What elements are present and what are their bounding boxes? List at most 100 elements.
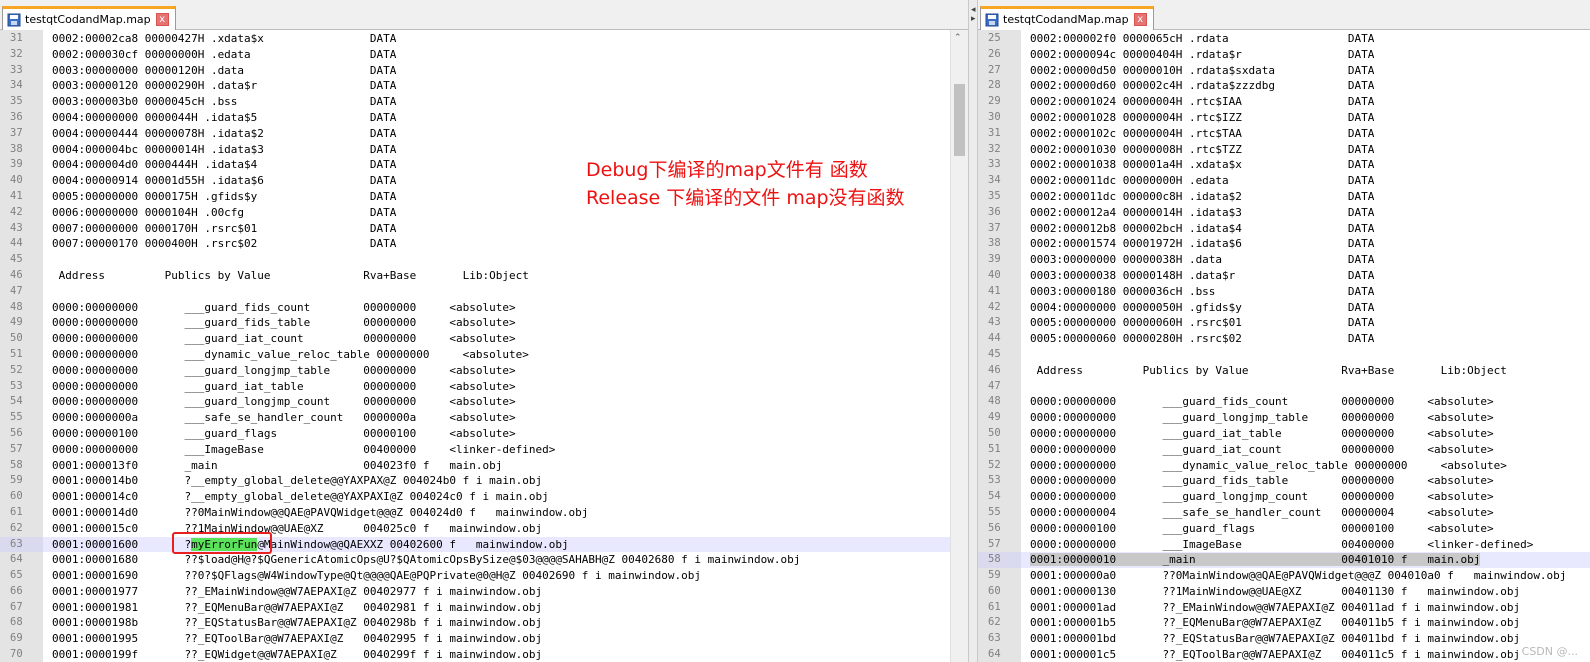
code-line[interactable]: 38 0004:000004bc 00000014H .idata$3 DATA xyxy=(0,142,950,158)
code-line[interactable]: 46 Address Publics by Value Rva+Base Lib… xyxy=(978,363,1590,379)
line-text[interactable]: 0002:000012a4 00000014H .idata$3 DATA xyxy=(1030,205,1374,221)
splitter-arrows-icon[interactable]: ◂ ▸ xyxy=(971,6,976,24)
line-text[interactable]: 0000:00000000 ___dynamic_value_reloc_tab… xyxy=(52,347,529,363)
code-line[interactable]: 48 0000:00000000 ___guard_fids_count 0000… xyxy=(978,394,1590,410)
code-line[interactable]: 44 0005:00000060 00000280H .rsrc$02 DATA xyxy=(978,331,1590,347)
line-text[interactable]: 0004:000004bc 00000014H .idata$3 DATA xyxy=(52,142,396,158)
code-line[interactable]: 62 0001:000015c0 ??1MainWindow@@UAE@XZ 00… xyxy=(0,521,950,537)
line-text[interactable]: 0000:00000000 ___guard_fids_count 000000… xyxy=(52,300,516,316)
code-line[interactable]: 46 Address Publics by Value Rva+Base Lib… xyxy=(0,268,950,284)
line-text[interactable]: 0000:00000000 ___guard_iat_table 0000000… xyxy=(1030,426,1494,442)
code-line[interactable]: 31 0002:00002ca8 00000427H .xdata$x DATA xyxy=(0,31,950,47)
line-text[interactable]: 0001:000001bd ??_EQStatusBar@@W7AEPAXI@Z… xyxy=(1030,631,1520,647)
line-text[interactable]: Address Publics by Value Rva+Base Lib:Ob… xyxy=(1030,363,1507,379)
line-text[interactable]: 0002:000011dc 00000000H .edata DATA xyxy=(1030,173,1374,189)
code-line[interactable]: 35 0003:000003b0 0000045cH .bss DATA xyxy=(0,94,950,110)
code-line[interactable]: 32 0002:000030cf 00000000H .edata DATA xyxy=(0,47,950,63)
code-line[interactable]: 56 0000:00000100 ___guard_flags 00000100 … xyxy=(0,426,950,442)
code-line[interactable]: 64 0001:000001c5 ??_EQToolBar@@W7AEPAXI@Z… xyxy=(978,647,1590,662)
code-line[interactable]: 50 0000:00000000 ___guard_iat_table 00000… xyxy=(978,426,1590,442)
line-text[interactable]: 0002:00001574 00001972H .idata$6 DATA xyxy=(1030,236,1374,252)
code-line[interactable]: 68 0001:0000198b ??_EQStatusBar@@W7AEPAXI… xyxy=(0,615,950,631)
scrollbar-thumb[interactable] xyxy=(954,84,965,156)
line-text[interactable]: 0001:00001981 ??_EQMenuBar@@W7AEPAXI@Z 0… xyxy=(52,600,542,616)
close-tab-icon[interactable]: x xyxy=(1133,13,1147,26)
line-text[interactable]: 0000:00000000 ___ImageBase 00400000 <lin… xyxy=(1030,537,1533,553)
line-text[interactable]: 0001:00000130 ??1MainWindow@@UAE@XZ 0040… xyxy=(1030,584,1520,600)
code-line[interactable]: 47 xyxy=(0,284,950,300)
code-line[interactable]: 64 0001:00001680 ??$load@H@?$QGenericAtom… xyxy=(0,552,950,568)
line-text[interactable]: 0004:00000444 00000078H .idata$2 DATA xyxy=(52,126,396,142)
code-line[interactable]: 40 0003:00000038 00000148H .data$r DATA xyxy=(978,268,1590,284)
line-text[interactable]: 0002:00000d60 000002c4H .rdata$zzzdbg DA… xyxy=(1030,78,1374,94)
code-line[interactable]: 54 0000:00000000 ___guard_longjmp_count 0… xyxy=(0,394,950,410)
code-line[interactable]: 69 0001:00001995 ??_EQToolBar@@W7AEPAXI@Z… xyxy=(0,631,950,647)
code-line[interactable]: 56 0000:00000100 ___guard_flags 00000100 … xyxy=(978,521,1590,537)
line-text[interactable]: 0001:000001b5 ??_EQMenuBar@@W7AEPAXI@Z 0… xyxy=(1030,615,1520,631)
code-line[interactable]: 50 0000:00000000 ___guard_iat_count 00000… xyxy=(0,331,950,347)
code-line[interactable]: 52 0000:00000000 ___dynamic_value_reloc_t… xyxy=(978,458,1590,474)
line-text[interactable]: 0005:00000000 00000060H .rsrc$01 DATA xyxy=(1030,315,1374,331)
line-text[interactable]: 0001:0000198b ??_EQStatusBar@@W7AEPAXI@Z… xyxy=(52,615,542,631)
line-text[interactable]: 0001:00001995 ??_EQToolBar@@W7AEPAXI@Z 0… xyxy=(52,631,542,647)
line-text[interactable]: 0005:00000000 0000175H .gfids$y DATA xyxy=(52,189,396,205)
line-text[interactable]: 0001:000013f0 _main 004023f0 f main.obj xyxy=(52,458,502,474)
line-text[interactable]: 0000:00000000 ___ImageBase 00400000 <lin… xyxy=(52,442,555,458)
code-line[interactable]: 57 0000:00000000 ___ImageBase 00400000 <l… xyxy=(978,537,1590,553)
line-text[interactable]: 0000:00000000 ___guard_fids_table 000000… xyxy=(1030,473,1494,489)
code-line[interactable]: 60 0001:00000130 ??1MainWindow@@UAE@XZ 00… xyxy=(978,584,1590,600)
line-text[interactable]: 0000:00000000 ___guard_longjmp_table 000… xyxy=(52,363,516,379)
code-line[interactable]: 59 0001:000014b0 ?__empty_global_delete@@… xyxy=(0,473,950,489)
code-line[interactable]: 70 0001:0000199f ??_EQWidget@@W7AEPAXI@Z … xyxy=(0,647,950,662)
code-line[interactable]: 55 0000:0000000a ___safe_se_handler_count… xyxy=(0,410,950,426)
line-text[interactable]: 0002:000030cf 00000000H .edata DATA xyxy=(52,47,396,63)
code-line[interactable]: 45 xyxy=(978,347,1590,363)
code-line[interactable]: 59 0001:000000a0 ??0MainWindow@@QAE@PAVQW… xyxy=(978,568,1590,584)
line-text[interactable]: 0001:000015c0 ??1MainWindow@@UAE@XZ 0040… xyxy=(52,521,542,537)
code-line[interactable]: 53 0000:00000000 ___guard_iat_table 00000… xyxy=(0,379,950,395)
line-text[interactable]: 0002:0000094c 00000404H .rdata$r DATA xyxy=(1030,47,1374,63)
line-text[interactable]: 0003:00000120 00000290H .data$r DATA xyxy=(52,78,396,94)
code-line[interactable]: 60 0001:000014c0 ?__empty_global_delete@@… xyxy=(0,489,950,505)
line-text[interactable]: 0002:000011dc 000000c8H .idata$2 DATA xyxy=(1030,189,1374,205)
line-text[interactable]: 0004:00000000 00000050H .gfids$y DATA xyxy=(1030,300,1374,316)
code-line[interactable]: 48 0000:00000000 ___guard_fids_count 0000… xyxy=(0,300,950,316)
line-text[interactable]: 0000:00000100 ___guard_flags 00000100 <a… xyxy=(52,426,516,442)
code-line[interactable]: 43 0007:00000000 0000170H .rsrc$01 DATA xyxy=(0,221,950,237)
line-text[interactable]: 0001:000014d0 ??0MainWindow@@QAE@PAVQWid… xyxy=(52,505,588,521)
code-line[interactable]: 66 0001:00001977 ??_EMainWindow@@W7AEPAXI… xyxy=(0,584,950,600)
code-line[interactable]: 49 0000:00000000 ___guard_fids_table 0000… xyxy=(0,315,950,331)
line-text[interactable]: 0001:000014b0 ?__empty_global_delete@@YA… xyxy=(52,473,542,489)
code-line[interactable]: 30 0002:00001028 00000004H .rtc$IZZ DATA xyxy=(978,110,1590,126)
line-text[interactable]: 0000:00000000 ___guard_fids_count 000000… xyxy=(1030,394,1494,410)
line-text[interactable]: 0006:00000000 0000104H .00cfg DATA xyxy=(52,205,396,221)
code-line[interactable]: 41 0003:00000180 0000036cH .bss DATA xyxy=(978,284,1590,300)
line-text[interactable]: 0004:00000914 00001d55H .idata$6 DATA xyxy=(52,173,396,189)
code-line[interactable]: 28 0002:00000d60 000002c4H .rdata$zzzdbg … xyxy=(978,78,1590,94)
code-line[interactable]: 58 0001:00000010 _main 00401010 f main.ob… xyxy=(978,552,1590,569)
line-text[interactable]: 0000:00000000 ___guard_longjmp_table 000… xyxy=(1030,410,1494,426)
line-text[interactable]: 0000:00000000 ___guard_iat_count 0000000… xyxy=(1030,442,1494,458)
line-text[interactable]: 0004:000004d0 0000444H .idata$4 DATA xyxy=(52,157,396,173)
code-line[interactable]: 54 0000:00000000 ___guard_longjmp_count 0… xyxy=(978,489,1590,505)
line-text[interactable]: 0001:000001c5 ??_EQToolBar@@W7AEPAXI@Z 0… xyxy=(1030,647,1520,662)
line-text[interactable]: 0001:0000199f ??_EQWidget@@W7AEPAXI@Z 00… xyxy=(52,647,542,662)
line-text[interactable]: 0000:00000000 ___guard_fids_table 000000… xyxy=(52,315,516,331)
code-line[interactable]: 34 0003:00000120 00000290H .data$r DATA xyxy=(0,78,950,94)
code-line[interactable]: 32 0002:00001030 00000008H .rtc$TZZ DATA xyxy=(978,142,1590,158)
line-text[interactable]: Address Publics by Value Rva+Base Lib:Ob… xyxy=(52,268,529,284)
code-line[interactable]: 26 0002:0000094c 00000404H .rdata$r DATA xyxy=(978,47,1590,63)
line-text[interactable]: 0000:00000000 ___guard_longjmp_count 000… xyxy=(52,394,516,410)
pane-splitter[interactable]: ◂ ▸ xyxy=(968,0,978,662)
right-file-tab[interactable]: testqtCodandMap.map x xyxy=(980,6,1154,30)
line-text[interactable]: 0001:000000a0 ??0MainWindow@@QAE@PAVQWid… xyxy=(1030,568,1566,584)
line-text[interactable]: 0000:0000000a ___safe_se_handler_count 0… xyxy=(52,410,516,426)
line-text[interactable]: 0001:00001977 ??_EMainWindow@@W7AEPAXI@Z… xyxy=(52,584,542,600)
code-line[interactable]: 63 0001:00001600 ?myErrorFun@MainWindow@@… xyxy=(0,536,950,553)
line-text[interactable]: 0001:00001690 ??0?$QFlags@W4WindowType@Q… xyxy=(52,568,701,584)
line-text[interactable]: 0002:00000d50 00000010H .rdata$sxdata DA… xyxy=(1030,63,1374,79)
code-line[interactable]: 55 0000:00000004 ___safe_se_handler_count… xyxy=(978,505,1590,521)
code-line[interactable]: 51 0000:00000000 ___dynamic_value_reloc_t… xyxy=(0,347,950,363)
line-text[interactable]: 0002:00001024 00000004H .rtc$IAA DATA xyxy=(1030,94,1374,110)
line-text[interactable]: 0003:00000180 0000036cH .bss DATA xyxy=(1030,284,1374,300)
